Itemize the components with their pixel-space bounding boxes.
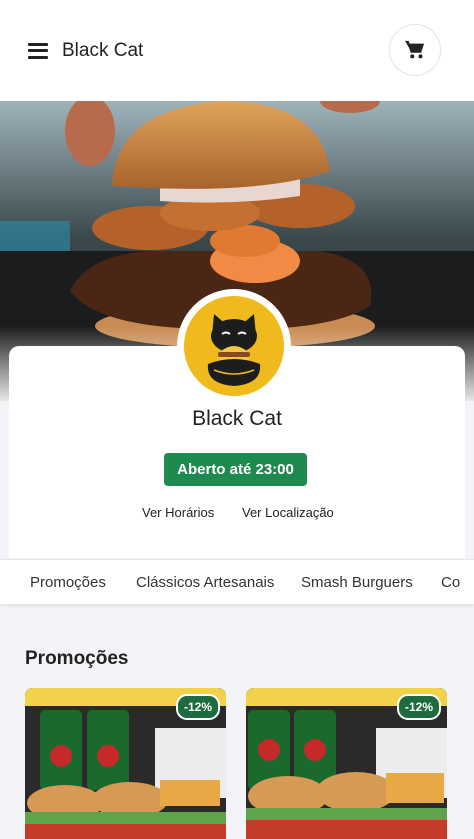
menu-icon[interactable] — [28, 42, 48, 59]
discount-badge: -12% — [396, 694, 441, 720]
product-card[interactable]: -12% — [246, 688, 447, 839]
store-name: Black Cat — [192, 407, 282, 430]
cart-button[interactable] — [389, 24, 441, 76]
black-cat-logo — [184, 296, 284, 396]
view-location-link[interactable]: Ver Localização — [242, 505, 334, 520]
tab-classicos-artesanais[interactable]: Clássicos Artesanais — [136, 574, 274, 591]
store-logo-frame — [177, 289, 291, 403]
tab-more[interactable]: Co — [441, 574, 460, 591]
tab-promocoes[interactable]: Promoções — [30, 574, 106, 591]
tab-smash-burguers[interactable]: Smash Burguers — [301, 574, 413, 591]
cart-icon — [405, 40, 425, 59]
top-bar: Black Cat — [0, 0, 474, 101]
section-title: Promoções — [25, 648, 129, 669]
view-hours-link[interactable]: Ver Horários — [142, 505, 214, 520]
category-tabs: Promoções Clássicos Artesanais Smash Bur… — [0, 559, 474, 604]
discount-badge: -12% — [175, 694, 220, 720]
status-badge: Aberto até 23:00 — [164, 453, 307, 486]
product-card[interactable]: -12% — [25, 688, 226, 839]
app-title: Black Cat — [62, 39, 144, 61]
